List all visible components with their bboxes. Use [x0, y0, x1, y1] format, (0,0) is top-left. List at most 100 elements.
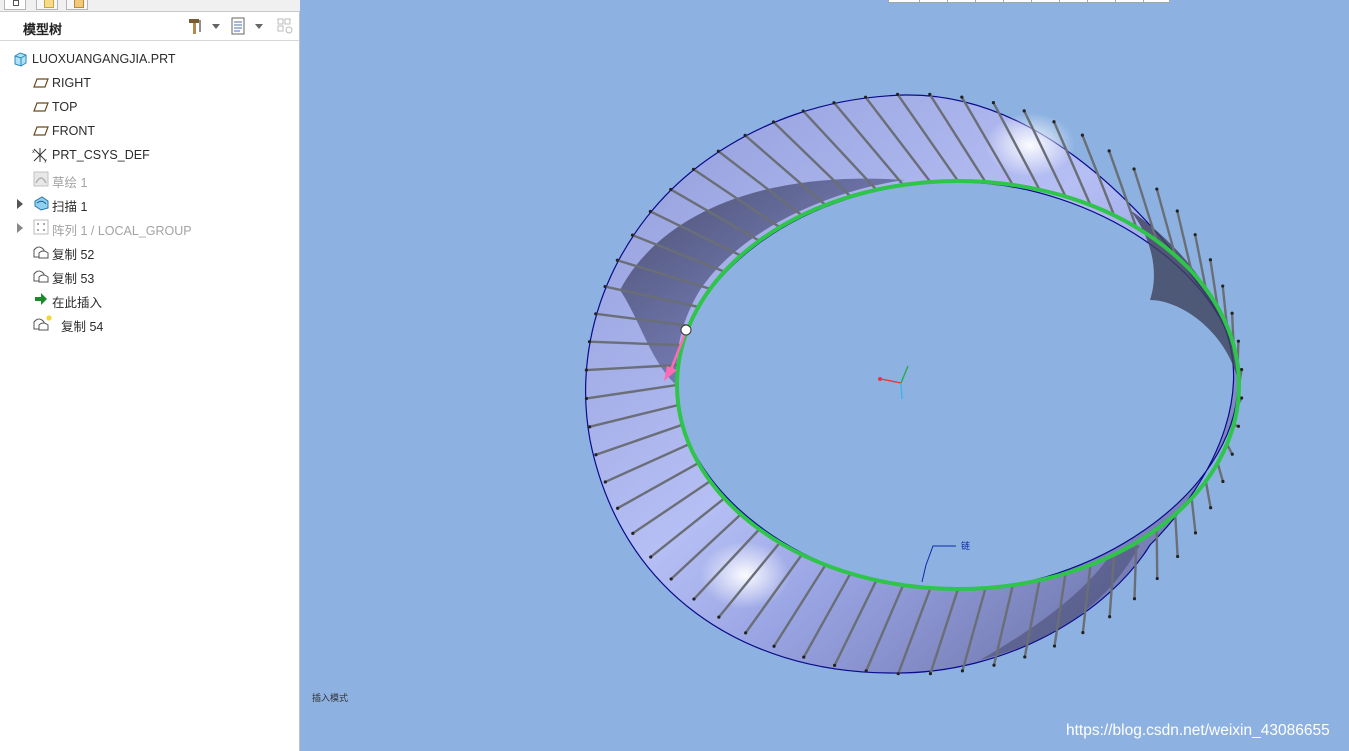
tree-item-label: FRONT	[52, 124, 96, 138]
ruling-end-dot	[648, 209, 652, 214]
ruling-end-dot	[1193, 531, 1198, 535]
model-3d-view[interactable]: 链	[302, 0, 1349, 751]
ruling-end-dot	[603, 284, 607, 289]
ruling-end-dot	[603, 480, 607, 484]
show-list-icon[interactable]	[229, 17, 247, 35]
part-icon	[14, 52, 27, 67]
folder-icon	[44, 0, 54, 8]
show-dropdown-caret[interactable]	[255, 24, 263, 29]
svg-text:y: y	[44, 158, 47, 163]
tree-item-part[interactable]: LUOXUANGANGJIA.PRT	[0, 48, 299, 70]
tree-item-copy-54[interactable]: 复制 54	[0, 312, 299, 334]
ruling-end-dot	[1023, 655, 1027, 659]
settings-dropdown-caret[interactable]	[212, 24, 220, 29]
ruling-end-dot	[1132, 597, 1137, 601]
chain-start-point[interactable]	[680, 324, 692, 336]
ruling-end-dot	[832, 101, 836, 105]
ruling-end-dot	[1208, 258, 1212, 262]
tree-item-csys[interactable]: x y PRT_CSYS_DEF	[0, 144, 299, 166]
ruling-end-dot	[584, 396, 589, 401]
tree-item-label: 复制 52	[52, 248, 95, 262]
ruling-end-dot	[1052, 120, 1056, 124]
tree-item-front[interactable]: FRONT	[0, 120, 299, 142]
datum-plane-icon	[33, 78, 49, 88]
settings-hammer-icon[interactable]	[186, 17, 204, 35]
tree-item-label: TOP	[52, 100, 78, 114]
ruling-end-dot	[771, 120, 776, 124]
ruling-end-dot	[587, 340, 592, 344]
datum-plane-icon	[33, 126, 49, 136]
panel-header: 模型树	[0, 12, 299, 41]
ruling-end-dot	[1108, 615, 1112, 619]
tree-item-copy-53[interactable]: 复制 53	[0, 264, 299, 286]
tree-item-label: 扫描 1	[52, 200, 88, 214]
tree-item-label: 在此插入	[52, 296, 103, 310]
sketch-icon	[33, 171, 49, 187]
ruling-end-dot	[615, 258, 619, 262]
expand-arrow-icon[interactable]	[17, 199, 23, 209]
mode-status-label: 插入模式	[312, 693, 349, 703]
folder-tab[interactable]	[36, 0, 58, 10]
ruling-end-dot	[1052, 644, 1057, 648]
ruling-end-dot	[630, 233, 635, 237]
tree-item-right[interactable]: RIGHT	[0, 72, 299, 94]
ruling-end-dot	[669, 577, 673, 581]
ruling-line	[1204, 479, 1212, 509]
ruling-line	[1190, 497, 1197, 535]
ruling-end-dot	[1081, 631, 1085, 635]
expand-arrow-icon[interactable]	[17, 223, 23, 233]
datum-plane-icon	[33, 102, 49, 112]
ruling-end-dot	[1132, 167, 1136, 171]
ruling-end-dot	[802, 655, 806, 659]
insert-here-arrow-icon	[35, 293, 47, 305]
model-tree-panel: 模型树 LUOXUANGANGJIA.PRT RIGHT TOP FRONT x…	[0, 0, 300, 751]
csys-icon: x y	[32, 148, 47, 163]
chain-callout: 链	[921, 540, 970, 583]
tree-item-label: 复制 54	[61, 320, 104, 334]
ruling-end-dot	[616, 506, 620, 510]
ruling-end-dot	[584, 368, 588, 372]
ruling-line	[1174, 513, 1179, 558]
ruling-end-dot	[744, 631, 748, 635]
layer-icon	[74, 0, 84, 8]
tree-item-label: 复制 53	[52, 272, 95, 286]
tree-item-label: PRT_CSYS_DEF	[52, 148, 150, 162]
ruling-end-dot	[1107, 149, 1111, 153]
tree-item-copy-52[interactable]: 复制 52	[0, 240, 299, 262]
copy-surface-icon	[33, 246, 49, 259]
layer-tab[interactable]	[66, 0, 88, 10]
ruling-end-dot	[1155, 187, 1159, 191]
coordinate-triad-icon	[878, 365, 909, 400]
ruling-end-dot	[1193, 233, 1197, 237]
ruling-end-dot	[1022, 109, 1026, 113]
ruling-end-dot	[896, 672, 900, 676]
ruling-end-dot	[992, 663, 996, 667]
tree-item-label: 草绘 1	[52, 176, 88, 190]
model-tree-tab[interactable]	[4, 0, 26, 10]
ruling-end-dot	[692, 597, 696, 601]
filter-disabled-icon[interactable]	[276, 17, 294, 35]
ruling-end-dot	[863, 95, 868, 99]
ruling-end-dot	[649, 555, 653, 559]
tree-item-top[interactable]: TOP	[0, 96, 299, 118]
tree-item-insert-here[interactable]: 在此插入	[0, 288, 299, 310]
pattern-icon	[33, 219, 49, 235]
tree-item-sweep[interactable]: 扫描 1	[0, 192, 299, 214]
panel-title: 模型树	[23, 22, 63, 37]
tree-item-sketch[interactable]: 草绘 1	[0, 168, 299, 190]
ruling-end-dot	[991, 101, 996, 105]
svg-text:x: x	[32, 149, 35, 155]
ruling-end-dot	[1236, 424, 1241, 428]
ruling-end-dot	[594, 453, 598, 457]
ruling-end-dot	[1230, 452, 1234, 456]
tree-item-label: LUOXUANGANGJIA.PRT	[32, 52, 176, 66]
ruling-end-dot	[717, 615, 721, 619]
ruling-end-dot	[960, 95, 964, 99]
ruling-end-dot	[1080, 133, 1084, 137]
ruling-end-dot	[594, 312, 598, 316]
tree-item-pattern[interactable]: 阵列 1 / LOCAL_GROUP	[0, 216, 299, 238]
ruling-end-dot	[928, 672, 932, 676]
copy-surface-new-icon	[33, 315, 52, 331]
ruling-end-dot	[1239, 367, 1244, 372]
ruling-end-dot	[801, 109, 805, 113]
